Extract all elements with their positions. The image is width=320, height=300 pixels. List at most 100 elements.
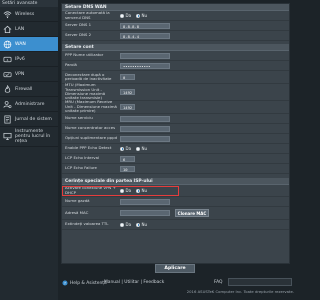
vpn-icon <box>3 70 12 79</box>
section-account-title: Setare cont <box>62 44 289 51</box>
ac-name-input[interactable] <box>120 125 170 132</box>
sidebar-item-wireless[interactable]: Wireless <box>0 7 58 22</box>
footer: ? Help & Asistență Manual | Utilitar | F… <box>0 278 300 300</box>
hostname-label: Nume gazdă <box>65 198 90 204</box>
ac-name-label: Nume concentrator acces <box>65 125 116 131</box>
faq-search-input[interactable] <box>228 278 292 286</box>
vpn-dhcp-row: Activare conexiune VPN + DHCP Da Nu <box>62 185 289 197</box>
sidebar-item-administrare[interactable]: Administrare <box>0 97 58 112</box>
dns-auto-row: Conectare automată la serverul DNS Da Nu <box>62 10 289 21</box>
mtu-input[interactable]: 1492 <box>120 89 135 95</box>
mac-input[interactable] <box>120 210 170 216</box>
pppd-options-input[interactable] <box>120 135 170 142</box>
copyright-text: 2016 ASUSTeK Computer Inc. Toate dreptur… <box>186 289 294 294</box>
utility-link[interactable]: Utilitar <box>124 280 139 285</box>
dns1-input[interactable]: 8.8.8.8 <box>120 22 170 29</box>
radio-dot-icon <box>120 188 124 193</box>
password-input[interactable]: •••••••••••• <box>120 62 170 69</box>
sidebar-item-label: Jurnal de sistem <box>15 116 52 122</box>
lcp-interval-label: LCP Echo Interval <box>65 155 100 161</box>
ttl-no-radio[interactable]: Nu <box>136 222 147 227</box>
main-content: Setare DNS WAN Conectare automată la ser… <box>58 0 300 300</box>
lcp-failure-row: LCP Echo Failure 10 <box>62 164 289 174</box>
sidebar-item-label: IPv6 <box>15 56 25 62</box>
svg-text:6: 6 <box>7 57 9 61</box>
sidebar-item-label: VPN <box>15 71 25 77</box>
lcp-failure-input[interactable]: 10 <box>120 165 135 172</box>
help-icon: ? <box>62 280 68 286</box>
sidebar: Setări avansate Wireless LAN WAN 6 IPv6 … <box>0 0 58 300</box>
radio-dot-icon <box>120 13 124 18</box>
password-row: Parolă •••••••••••• <box>62 61 289 71</box>
dns-auto-label: Conectare automată la serverul DNS <box>65 10 110 20</box>
sidebar-item-label: Firewall <box>15 86 33 92</box>
ppp-echo-label: Enable PPP Echo Detect <box>65 145 112 151</box>
dns-auto-no-radio[interactable]: Nu <box>136 13 147 18</box>
manual-link[interactable]: Manual <box>104 280 120 285</box>
vpn-dhcp-no-radio[interactable]: Nu <box>136 188 147 193</box>
log-icon <box>3 115 12 124</box>
network-tools-icon <box>3 132 12 141</box>
mru-input[interactable]: 1492 <box>120 104 135 110</box>
ipv6-icon: 6 <box>3 55 12 64</box>
radio-dot-icon <box>120 222 124 227</box>
feedback-link[interactable]: Feedback <box>143 280 164 285</box>
service-name-label: Nume serviciu <box>65 115 93 121</box>
sidebar-item-firewall[interactable]: Firewall <box>0 82 58 97</box>
dns2-row: Server DNS 2 8.8.4.4 <box>62 31 289 41</box>
mru-row: MRU (Maximum Receive Unit - Dimensiune m… <box>62 99 289 114</box>
radio-dot-icon <box>136 188 141 193</box>
hostname-input[interactable] <box>120 198 170 205</box>
ppp-echo-yes-radio[interactable]: Da <box>120 146 131 151</box>
faq-link[interactable]: FAQ <box>214 280 223 285</box>
ppp-user-input[interactable] <box>120 52 170 59</box>
idle-row: Deconectare după o perioadă de inactivit… <box>62 71 289 84</box>
lcp-failure-label: LCP Echo Failure <box>65 165 97 171</box>
apply-button[interactable]: Aplicare <box>155 264 195 273</box>
idle-input[interactable]: 0 <box>120 74 135 80</box>
dns2-label: Server DNS 2 <box>65 32 92 38</box>
dns-auto-yes-radio[interactable]: Da <box>120 13 131 18</box>
ttl-row: Extindeți valoarea TTL Da Nu <box>62 220 289 230</box>
mtu-label: MTU (Maximum Transmission Unit - Dimensi… <box>65 82 106 101</box>
service-name-row: Nume serviciu <box>62 114 289 124</box>
clone-mac-button[interactable]: Clonare MAC <box>175 209 209 217</box>
ttl-yes-radio[interactable]: Da <box>120 222 131 227</box>
pppd-options-label: Opțiuni suplimentare pppd <box>65 135 118 141</box>
radio-dot-icon <box>120 146 124 151</box>
radio-dot-icon <box>136 146 141 151</box>
sidebar-item-ipv6[interactable]: 6 IPv6 <box>0 52 58 67</box>
sidebar-item-label: WAN <box>15 41 26 47</box>
mru-label: MRU (Maximum Receive Unit - Dimensiune m… <box>65 99 117 114</box>
home-icon <box>3 25 12 34</box>
vpn-dhcp-label: Activare conexiune VPN + DHCP <box>65 185 116 195</box>
sidebar-item-label: Wireless <box>15 11 35 17</box>
ppp-echo-row: Enable PPP Echo Detect Da Nu <box>62 144 289 154</box>
pppd-options-row: Opțiuni suplimentare pppd <box>62 134 289 144</box>
lcp-interval-input[interactable]: 6 <box>120 155 135 162</box>
ppp-user-row: PPP Nume utilizator <box>62 51 289 61</box>
ac-name-row: Nume concentrator acces <box>62 124 289 134</box>
ppp-echo-no-radio[interactable]: Nu <box>136 146 147 151</box>
sidebar-item-vpn[interactable]: VPN <box>0 67 58 82</box>
sidebar-item-instrumente[interactable]: Instrumente pentru lucrul în rețea <box>0 127 58 147</box>
user-gear-icon <box>3 100 12 109</box>
help-link[interactable]: ? Help & Asistență <box>62 280 107 286</box>
footer-links: Manual | Utilitar | Feedback <box>104 280 165 285</box>
ttl-label: Extindeți valoarea TTL <box>65 221 109 227</box>
section-isp-title: Cerințe speciale din partea ISP-ului <box>62 178 289 185</box>
sidebar-item-label: LAN <box>15 26 25 32</box>
hostname-row: Nume gazdă <box>62 197 289 207</box>
vpn-dhcp-yes-radio[interactable]: Da <box>120 188 131 193</box>
mac-label: Adresă MAC <box>65 209 89 215</box>
radio-dot-icon <box>136 13 141 18</box>
service-name-input[interactable] <box>120 115 170 122</box>
wan-settings-panel: Setare DNS WAN Conectare automată la ser… <box>61 3 290 264</box>
sidebar-item-jurnal[interactable]: Jurnal de sistem <box>0 112 58 127</box>
dns2-input[interactable]: 8.8.4.4 <box>120 32 170 39</box>
sidebar-item-lan[interactable]: LAN <box>0 22 58 37</box>
sidebar-item-wan[interactable]: WAN <box>0 37 58 52</box>
globe-icon <box>3 40 12 49</box>
sidebar-header: Setări avansate <box>0 0 58 7</box>
idle-label: Deconectare după o perioadă de inactivit… <box>65 71 112 81</box>
